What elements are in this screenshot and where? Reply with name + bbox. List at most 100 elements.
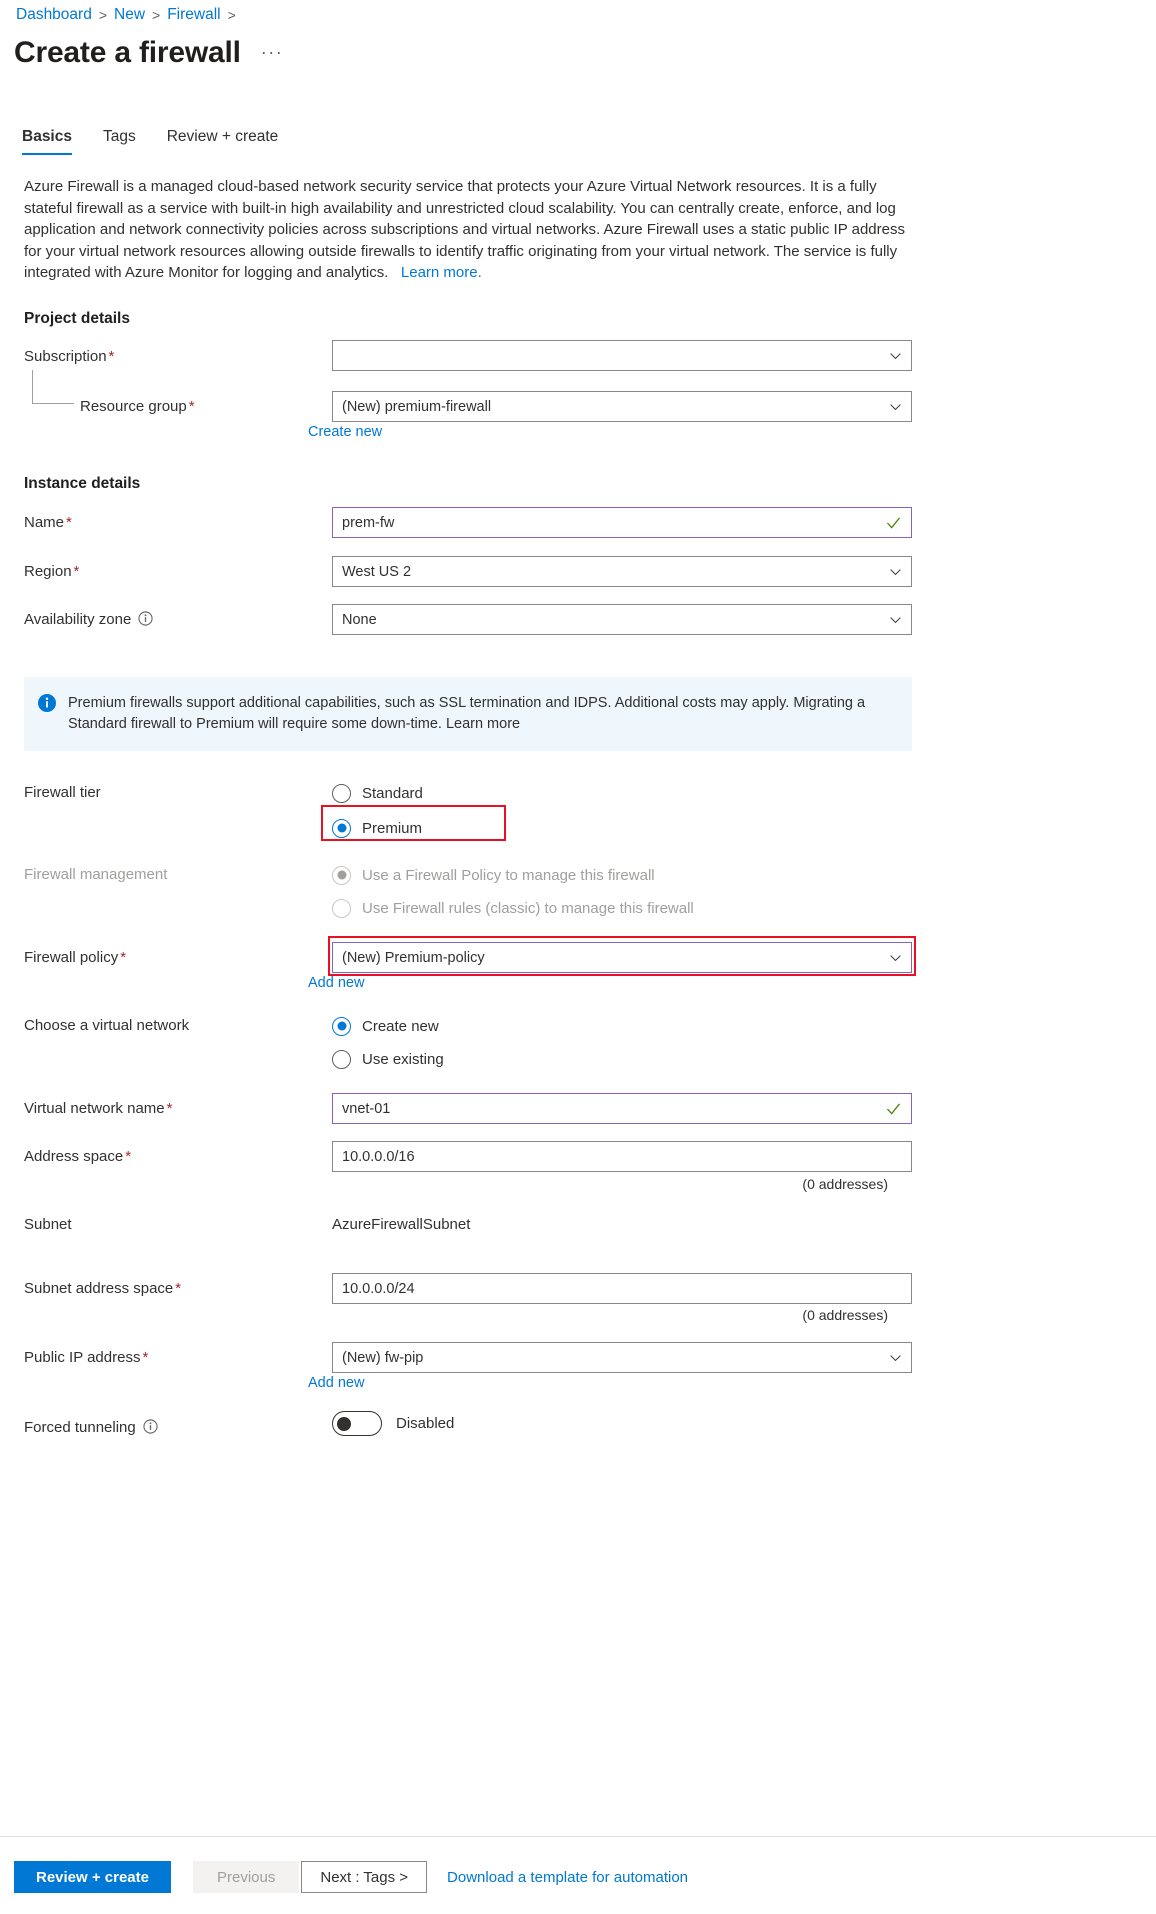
radio-label-use-existing: Use existing xyxy=(362,1051,444,1068)
region-dropdown[interactable]: West US 2 xyxy=(332,556,912,587)
availability-zone-dropdown[interactable]: None xyxy=(332,604,912,635)
footer-actions: Review + create Previous Next : Tags > D… xyxy=(14,1861,688,1893)
virtual-network-name-input[interactable]: vnet-01 xyxy=(332,1093,912,1124)
label-firewall-policy: Firewall policy* xyxy=(24,949,126,966)
firewall-policy-value: (New) Premium-policy xyxy=(342,950,485,966)
address-space-value: 10.0.0.0/16 xyxy=(342,1149,415,1165)
public-ip-address-value: (New) fw-pip xyxy=(342,1350,423,1366)
breadcrumb: Dashboard > New > Firewall > xyxy=(16,6,236,24)
radio-label-standard: Standard xyxy=(362,785,423,802)
address-space-hint: (0 addresses) xyxy=(308,1176,888,1192)
chevron-down-icon xyxy=(889,613,902,626)
subnet-address-space-value: 10.0.0.0/24 xyxy=(342,1281,415,1297)
footer-divider xyxy=(0,1836,1156,1837)
tab-bar: Basics Tags Review + create xyxy=(22,128,309,155)
label-subnet: Subnet xyxy=(24,1216,72,1233)
title-row: Create a firewall ··· xyxy=(14,38,283,68)
page-description: Azure Firewall is a managed cloud-based … xyxy=(24,176,912,284)
firewall-policy-add-new-link[interactable]: Add new xyxy=(308,975,364,991)
address-space-input[interactable]: 10.0.0.0/16 xyxy=(332,1141,912,1172)
radio-label-create-new: Create new xyxy=(362,1018,439,1035)
chevron-down-icon xyxy=(889,565,902,578)
chevron-down-icon xyxy=(889,951,902,964)
required-marker: * xyxy=(142,1349,148,1366)
subscription-dropdown[interactable] xyxy=(332,340,912,371)
required-marker: * xyxy=(167,1100,173,1117)
radio-label-use-firewall-policy: Use a Firewall Policy to manage this fir… xyxy=(362,867,655,884)
premium-info-banner: Premium firewalls support additional cap… xyxy=(24,677,912,751)
radio-vnet-create-new[interactable]: Create new xyxy=(332,1013,444,1039)
review-create-button[interactable]: Review + create xyxy=(14,1861,171,1893)
forced-tunneling-state: Disabled xyxy=(396,1415,454,1432)
label-virtual-network-name: Virtual network name* xyxy=(24,1100,172,1117)
breadcrumb-separator-icon: > xyxy=(152,7,160,23)
premium-info-banner-text: Premium firewalls support additional cap… xyxy=(68,693,888,751)
tab-review-create[interactable]: Review + create xyxy=(167,128,296,155)
create-firewall-page: Dashboard > New > Firewall > Create a fi… xyxy=(0,0,1156,1914)
required-marker: * xyxy=(74,563,80,580)
breadcrumb-item-dashboard[interactable]: Dashboard xyxy=(16,6,92,24)
region-value: West US 2 xyxy=(342,564,411,580)
info-circle-icon[interactable] xyxy=(138,611,153,626)
radio-indicator-disabled xyxy=(332,899,351,918)
radio-indicator-selected-disabled xyxy=(332,866,351,885)
info-circle-icon[interactable] xyxy=(143,1419,158,1434)
breadcrumb-item-new[interactable]: New xyxy=(114,6,145,24)
label-subnet-address-space: Subnet address space* xyxy=(24,1280,181,1297)
hierarchy-connector xyxy=(32,370,74,404)
required-marker: * xyxy=(66,514,72,531)
radio-label-use-firewall-rules-classic: Use Firewall rules (classic) to manage t… xyxy=(362,900,694,917)
info-filled-icon xyxy=(38,694,56,712)
radio-indicator xyxy=(332,784,351,803)
required-marker: * xyxy=(175,1280,181,1297)
firewall-policy-dropdown[interactable]: (New) Premium-policy xyxy=(332,942,912,973)
breadcrumb-separator-icon: > xyxy=(99,7,107,23)
public-ip-add-new-link[interactable]: Add new xyxy=(308,1375,364,1391)
section-heading-instance-details: Instance details xyxy=(24,475,140,493)
radio-firewall-tier-premium[interactable]: Premium xyxy=(332,815,423,841)
next-tags-button[interactable]: Next : Tags > xyxy=(301,1861,427,1893)
valid-check-icon xyxy=(886,516,901,529)
name-value: prem-fw xyxy=(342,515,394,531)
public-ip-address-dropdown[interactable]: (New) fw-pip xyxy=(332,1342,912,1373)
breadcrumb-separator-icon: > xyxy=(228,7,236,23)
name-input[interactable]: prem-fw xyxy=(332,507,912,538)
tab-basics[interactable]: Basics xyxy=(22,128,89,155)
resource-group-create-new-link[interactable]: Create new xyxy=(308,424,382,440)
radio-indicator-selected xyxy=(332,819,351,838)
radio-use-firewall-rules-classic: Use Firewall rules (classic) to manage t… xyxy=(332,895,694,921)
required-marker: * xyxy=(120,949,126,966)
page-title: Create a firewall xyxy=(14,38,241,68)
availability-zone-value: None xyxy=(342,612,377,628)
label-subscription: Subscription* xyxy=(24,348,114,365)
section-heading-project-details: Project details xyxy=(24,310,130,328)
virtual-network-name-value: vnet-01 xyxy=(342,1101,390,1117)
subnet-address-space-hint: (0 addresses) xyxy=(308,1307,888,1323)
label-forced-tunneling: Forced tunneling xyxy=(24,1419,158,1436)
toggle-knob xyxy=(337,1417,351,1431)
subnet-address-space-input[interactable]: 10.0.0.0/24 xyxy=(332,1273,912,1304)
chevron-down-icon xyxy=(889,400,902,413)
resource-group-value: (New) premium-firewall xyxy=(342,399,491,415)
more-options-icon[interactable]: ··· xyxy=(261,42,283,68)
learn-more-link[interactable]: Learn more. xyxy=(401,264,482,281)
resource-group-dropdown[interactable]: (New) premium-firewall xyxy=(332,391,912,422)
label-name: Name* xyxy=(24,514,72,531)
required-marker: * xyxy=(125,1148,131,1165)
radio-vnet-use-existing[interactable]: Use existing xyxy=(332,1046,444,1072)
required-marker: * xyxy=(189,398,195,415)
label-resource-group: Resource group* xyxy=(80,398,195,415)
label-firewall-management: Firewall management xyxy=(24,866,167,883)
radio-firewall-tier-standard[interactable]: Standard xyxy=(332,780,423,806)
radio-use-firewall-policy: Use a Firewall Policy to manage this fir… xyxy=(332,862,694,888)
label-region: Region* xyxy=(24,563,79,580)
forced-tunneling-toggle[interactable] xyxy=(332,1411,382,1436)
tab-tags[interactable]: Tags xyxy=(103,128,153,155)
chevron-down-icon xyxy=(889,349,902,362)
radio-indicator-selected xyxy=(332,1017,351,1036)
breadcrumb-item-firewall[interactable]: Firewall xyxy=(167,6,220,24)
chevron-down-icon xyxy=(889,1351,902,1364)
previous-button: Previous xyxy=(193,1861,299,1893)
download-template-link[interactable]: Download a template for automation xyxy=(447,1869,688,1886)
label-public-ip-address: Public IP address* xyxy=(24,1349,148,1366)
